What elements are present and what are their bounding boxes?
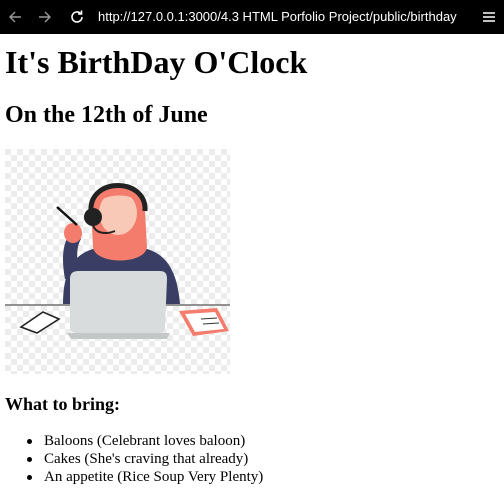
page-title: It's BirthDay O'Clock	[5, 44, 308, 80]
bring-heading: What to bring:	[5, 394, 121, 414]
reload-icon[interactable]	[64, 4, 90, 30]
list-item-text: Cakes (She's craving that already)	[44, 451, 249, 467]
bullet-icon	[27, 457, 32, 462]
forward-arrow-icon[interactable]	[32, 4, 58, 30]
bullet-icon	[27, 475, 32, 480]
list-item-text: Baloons (Celebrant loves baloon)	[44, 433, 246, 449]
address-bar[interactable]: http://127.0.0.1:3000/4.3 HTML Porfolio …	[98, 8, 470, 26]
list-item: Baloons (Celebrant loves baloon)	[27, 432, 263, 450]
list-item: Cakes (She's craving that already)	[27, 450, 263, 468]
bullet-icon	[27, 439, 32, 444]
list-item: An appetite (Rice Soup Very Plenty)	[27, 468, 263, 486]
list-item-text: An appetite (Rice Soup Very Plenty)	[44, 469, 264, 485]
browser-toolbar: http://127.0.0.1:3000/4.3 HTML Porfolio …	[0, 0, 504, 34]
menu-icon[interactable]	[476, 4, 502, 30]
event-date: On the 12th of June	[5, 102, 208, 128]
bring-list: Baloons (Celebrant loves baloon) Cakes (…	[27, 432, 263, 486]
back-arrow-icon[interactable]	[2, 4, 28, 30]
woman-with-headset-at-laptop-illustration	[5, 149, 230, 374]
